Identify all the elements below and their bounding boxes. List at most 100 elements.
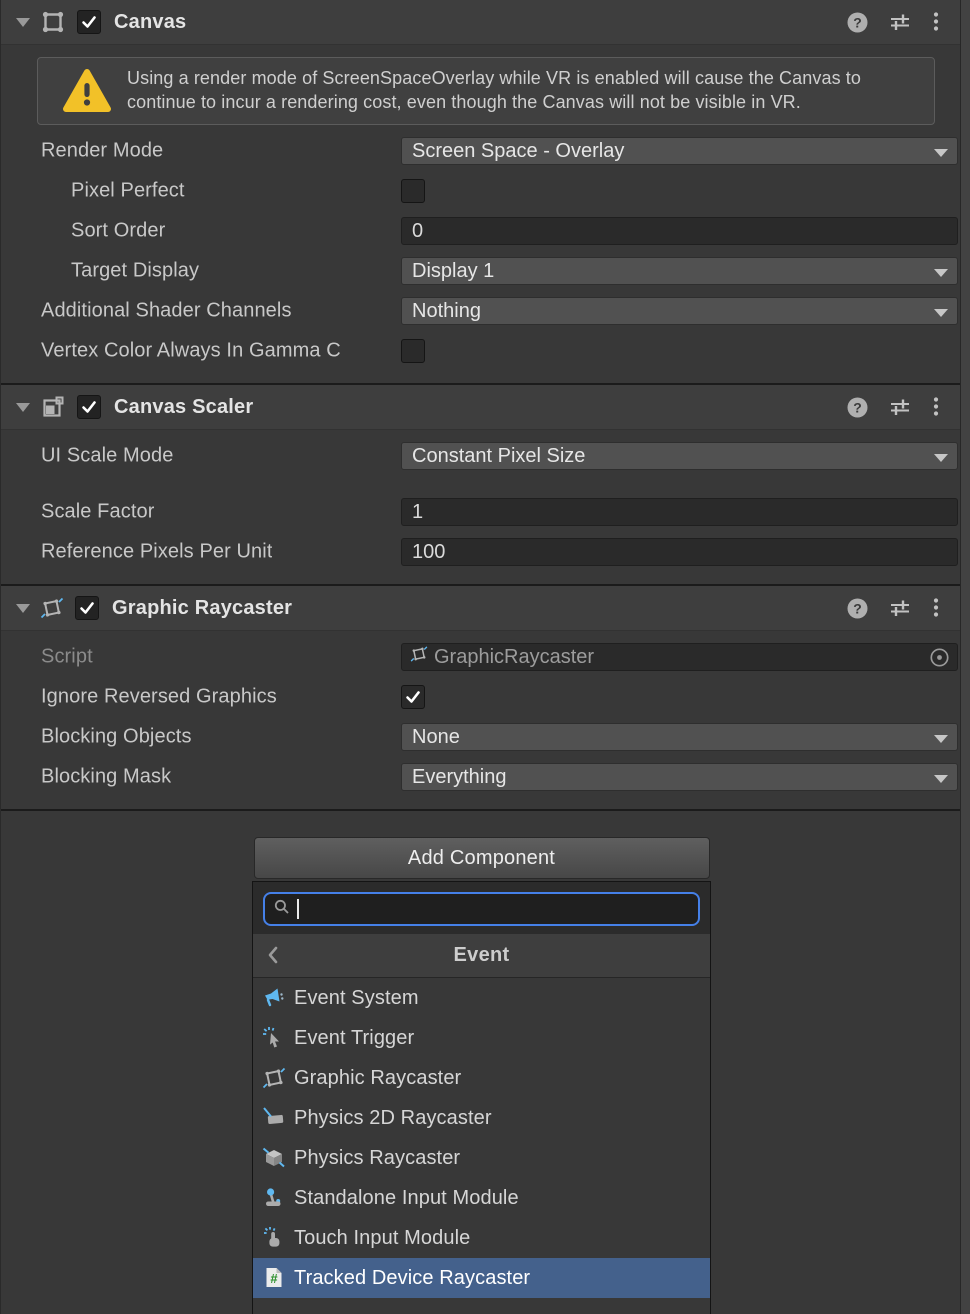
text-cursor: [297, 899, 299, 919]
blocking-mask-dropdown[interactable]: Everything: [401, 763, 958, 791]
dropdown-arrow-icon: [934, 454, 948, 462]
svg-text:?: ?: [853, 14, 862, 30]
blocking-objects-dropdown[interactable]: None: [401, 723, 958, 751]
blocking-mask-value: Everything: [412, 766, 507, 789]
more-icon[interactable]: [931, 395, 941, 419]
target-display-dropdown[interactable]: Display 1: [401, 257, 958, 285]
render-mode-dropdown[interactable]: Screen Space - Overlay: [401, 137, 958, 165]
event-trigger-icon: [262, 1026, 286, 1050]
component-search-row: [253, 882, 710, 934]
canvas-body: Using a render mode of ScreenSpaceOverla…: [1, 57, 962, 383]
inspector-scrollbar[interactable]: [960, 0, 970, 1314]
ui-scale-mode-value: Constant Pixel Size: [412, 445, 585, 468]
property-row-ignore-reversed-graphics: Ignore Reversed Graphics: [1, 683, 962, 711]
object-picker-icon[interactable]: [929, 647, 950, 668]
component-search-input[interactable]: [263, 892, 700, 926]
menu-item-label: Physics 2D Raycaster: [294, 1107, 492, 1130]
menu-item-standalone-input-module[interactable]: Standalone Input Module: [253, 1178, 710, 1218]
foldout-arrow-icon[interactable]: [16, 604, 30, 613]
canvas-header[interactable]: Canvas ?: [1, 0, 962, 45]
sort-order-field[interactable]: 0: [401, 217, 958, 245]
property-row-render-mode: Render Mode Screen Space - Overlay: [1, 137, 962, 165]
ignore-reversed-graphics-label: Ignore Reversed Graphics: [41, 686, 277, 709]
property-row-blocking-mask: Blocking Mask Everything: [1, 763, 962, 791]
menu-item-label: Tracked Device Raycaster: [294, 1267, 530, 1290]
canvas-scaler-body: UI Scale Mode Constant Pixel Size Scale …: [1, 442, 962, 584]
ignore-reversed-graphics-checkbox[interactable]: [401, 685, 425, 709]
help-icon[interactable]: ?: [846, 11, 869, 34]
canvas-enabled-checkbox[interactable]: [77, 10, 101, 34]
help-icon[interactable]: ?: [846, 396, 869, 419]
ui-scale-mode-label: UI Scale Mode: [41, 445, 173, 468]
menu-item-event-trigger[interactable]: Event Trigger: [253, 1018, 710, 1058]
canvas-title: Canvas: [114, 11, 186, 34]
component-menu-category-header: Event: [253, 934, 710, 978]
add-component-area: Add Component Event Event System Event T: [1, 809, 962, 1314]
event-system-icon: [262, 986, 286, 1010]
presets-icon[interactable]: [888, 10, 912, 34]
component-menu-list: Event System Event Trigger Graphic Rayca…: [253, 978, 710, 1298]
scale-factor-label: Scale Factor: [41, 501, 154, 524]
svg-text:?: ?: [853, 399, 862, 415]
physics-2d-raycaster-icon: [262, 1106, 286, 1130]
pixel-perfect-checkbox[interactable]: [401, 179, 425, 203]
warning-text: Using a render mode of ScreenSpaceOverla…: [127, 67, 920, 115]
menu-item-label: Touch Input Module: [294, 1227, 470, 1250]
scale-factor-value: 1: [412, 501, 423, 524]
blocking-objects-label: Blocking Objects: [41, 726, 192, 749]
canvas-scaler-enabled-checkbox[interactable]: [77, 395, 101, 419]
foldout-arrow-icon[interactable]: [16, 18, 30, 27]
additional-shader-channels-dropdown[interactable]: Nothing: [401, 297, 958, 325]
graphic-raycaster-header[interactable]: Graphic Raycaster ?: [1, 584, 962, 631]
standalone-input-module-icon: [262, 1186, 286, 1210]
chevron-left-icon[interactable]: [262, 943, 286, 967]
menu-item-event-system[interactable]: Event System: [253, 978, 710, 1018]
target-display-label: Target Display: [71, 260, 199, 283]
vertex-color-always-in-gamma-c-checkbox[interactable]: [401, 339, 425, 363]
search-icon: [272, 897, 292, 922]
scale-factor-field[interactable]: 1: [401, 498, 958, 526]
unity-inspector-panel: Canvas ? Using a render mode of ScreenSp…: [0, 0, 970, 1314]
sort-order-label: Sort Order: [71, 220, 165, 243]
csharp-script-icon: #: [262, 1266, 286, 1290]
menu-item-tracked-device-raycaster[interactable]: # Tracked Device Raycaster: [253, 1258, 710, 1298]
blocking-objects-value: None: [412, 726, 460, 749]
menu-item-physics-raycaster[interactable]: Physics Raycaster: [253, 1138, 710, 1178]
help-icon[interactable]: ?: [846, 597, 869, 620]
property-row-additional-shader-channels: Additional Shader Channels Nothing: [1, 297, 962, 325]
reference-pixels-per-unit-label: Reference Pixels Per Unit: [41, 541, 272, 564]
render-mode-value: Screen Space - Overlay: [412, 140, 624, 163]
foldout-arrow-icon[interactable]: [16, 403, 30, 412]
property-row-vertex-color-always-in-gamma-c: Vertex Color Always In Gamma C: [1, 337, 962, 365]
warning-box: Using a render mode of ScreenSpaceOverla…: [37, 57, 935, 125]
canvas-scaler-header[interactable]: Canvas Scaler ?: [1, 383, 962, 430]
graphic-raycaster-enabled-checkbox[interactable]: [75, 596, 99, 620]
more-icon[interactable]: [931, 10, 941, 34]
blocking-mask-label: Blocking Mask: [41, 766, 171, 789]
script-object-field[interactable]: GraphicRaycaster: [401, 643, 958, 671]
component-sections: Canvas ? Using a render mode of ScreenSp…: [1, 0, 962, 809]
component-menu-category-title: Event: [454, 944, 510, 967]
vertex-color-always-in-gamma-c-label: Vertex Color Always In Gamma C: [41, 340, 341, 363]
menu-item-touch-input-module[interactable]: Touch Input Module: [253, 1218, 710, 1258]
menu-item-graphic-raycaster[interactable]: Graphic Raycaster: [253, 1058, 710, 1098]
presets-icon[interactable]: [888, 596, 912, 620]
ui-scale-mode-dropdown[interactable]: Constant Pixel Size: [401, 442, 958, 470]
menu-item-physics-2d-raycaster[interactable]: Physics 2D Raycaster: [253, 1098, 710, 1138]
reference-pixels-per-unit-field[interactable]: 100: [401, 538, 958, 566]
more-icon[interactable]: [931, 596, 941, 620]
dropdown-arrow-icon: [934, 269, 948, 277]
graphic-raycaster-title: Graphic Raycaster: [112, 597, 292, 620]
add-component-menu: Event Event System Event Trigger Graphic…: [252, 881, 711, 1314]
presets-icon[interactable]: [888, 395, 912, 419]
dropdown-arrow-icon: [934, 775, 948, 783]
sort-order-value: 0: [412, 220, 423, 243]
add-component-button[interactable]: Add Component: [254, 837, 710, 879]
svg-text:?: ?: [853, 600, 862, 616]
menu-item-label: Standalone Input Module: [294, 1187, 519, 1210]
dropdown-arrow-icon: [934, 735, 948, 743]
additional-shader-channels-label: Additional Shader Channels: [41, 300, 292, 323]
dropdown-arrow-icon: [934, 309, 948, 317]
target-display-value: Display 1: [412, 260, 494, 283]
graphic-raycaster-body: Script GraphicRaycaster Ignore Reversed …: [1, 643, 962, 809]
